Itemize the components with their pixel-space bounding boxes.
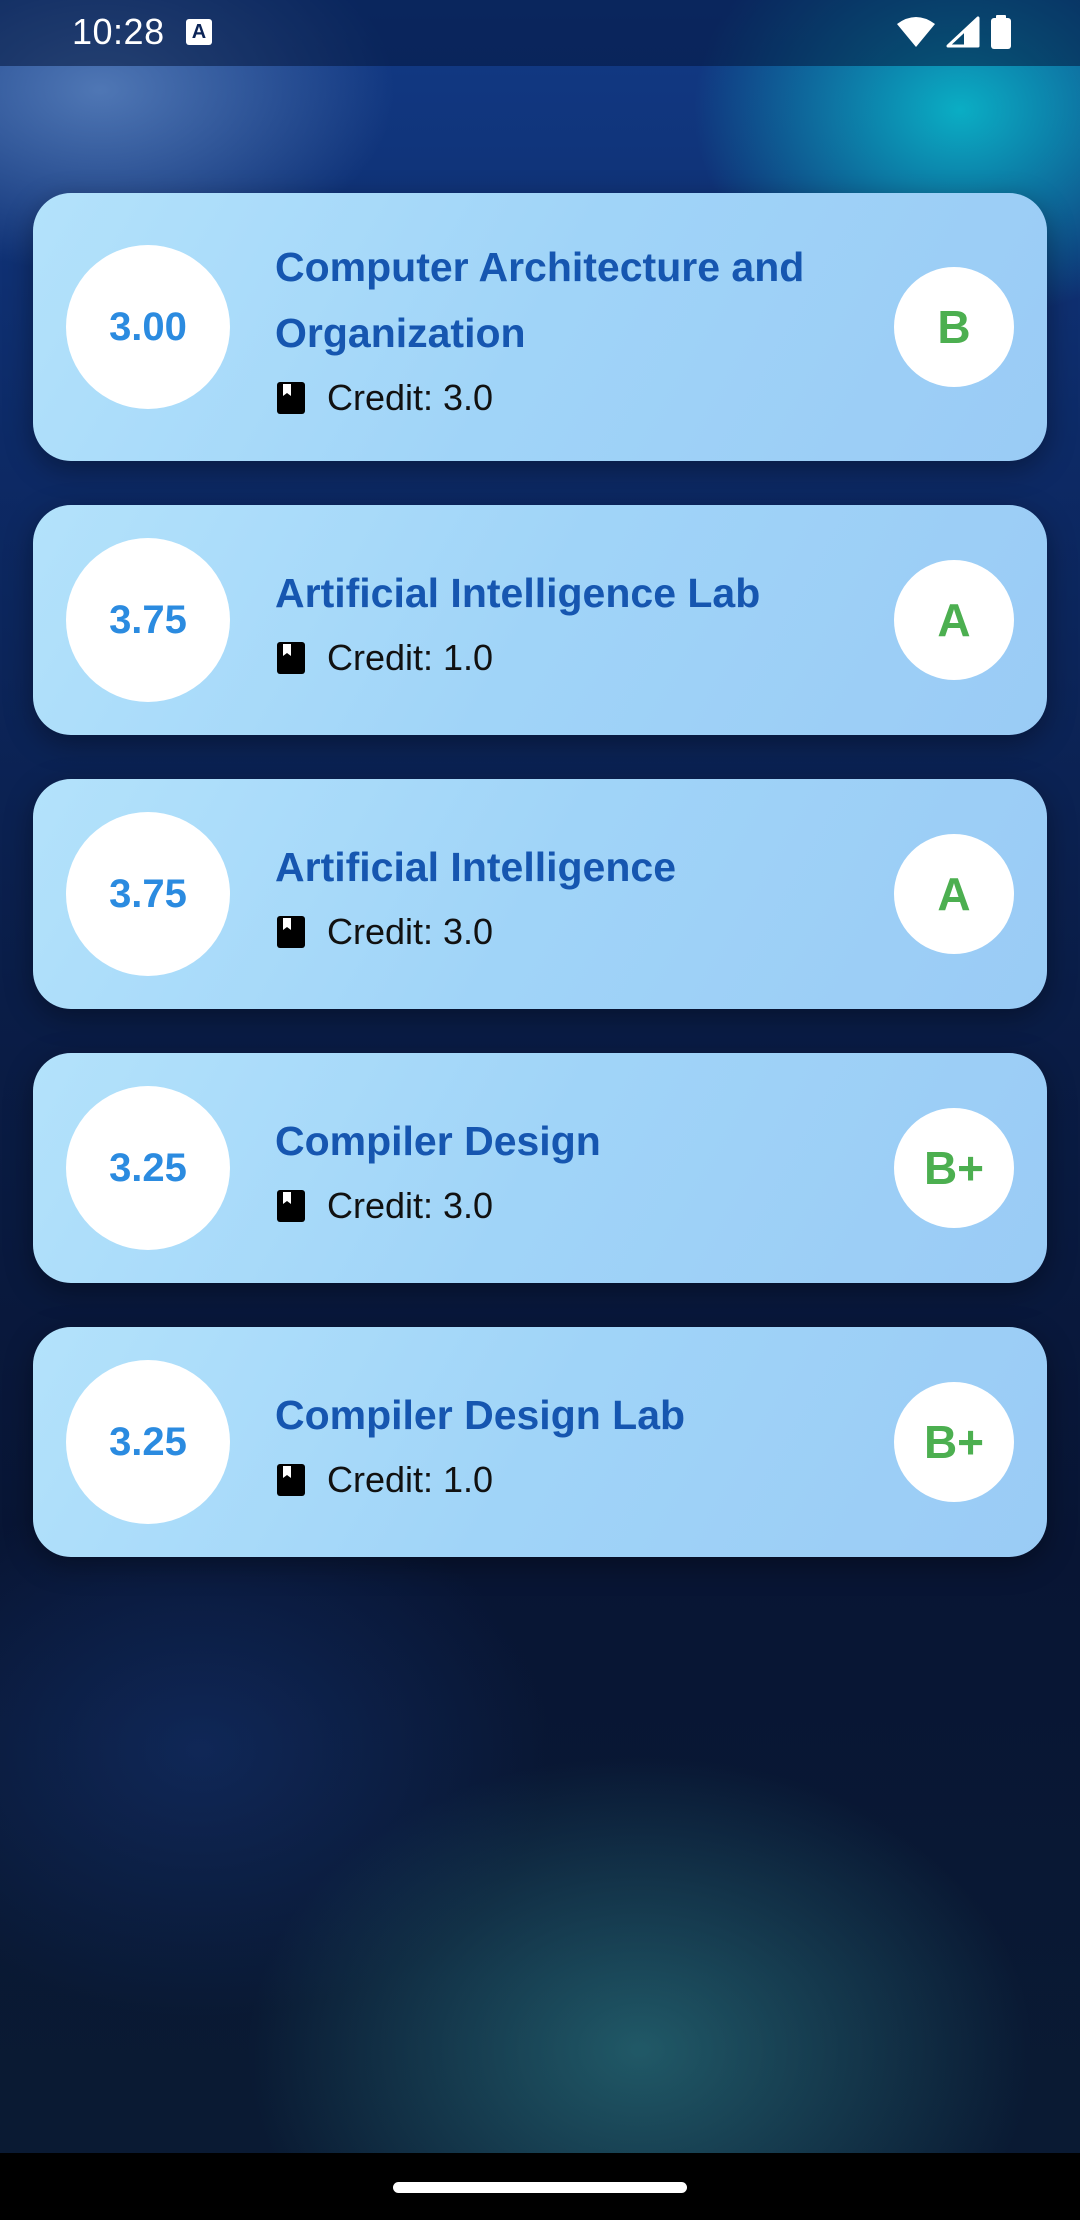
course-title: Computer Architecture and Organization — [275, 244, 805, 356]
course-card[interactable]: 3.75 Artificial Intelligence Credit: 3.0… — [33, 779, 1047, 1009]
grade-badge: A — [894, 560, 1014, 680]
status-bar: 10:28 A — [0, 0, 1080, 66]
credit-row: Credit: 3.0 — [275, 910, 877, 954]
book-icon — [277, 642, 305, 674]
gpa-badge: 3.25 — [66, 1086, 230, 1250]
course-info: Computer Architecture and Organization C… — [275, 193, 877, 461]
wifi-icon — [897, 17, 935, 47]
gpa-badge: 3.25 — [66, 1360, 230, 1524]
gpa-badge: 3.75 — [66, 812, 230, 976]
course-title: Artificial Intelligence Lab — [275, 570, 761, 616]
grade-badge: B — [894, 267, 1014, 387]
credit-row: Credit: 3.0 — [275, 376, 877, 420]
course-card[interactable]: 3.00 Computer Architecture and Organizat… — [33, 193, 1047, 461]
course-info: Compiler Design Credit: 3.0 — [275, 1053, 877, 1283]
book-icon — [277, 382, 305, 414]
grade-badge: B+ — [894, 1108, 1014, 1228]
credit-text: Credit: 3.0 — [327, 911, 494, 952]
course-title: Compiler Design Lab — [275, 1392, 686, 1438]
credit-text: Credit: 1.0 — [327, 1459, 494, 1500]
credit-row: Credit: 3.0 — [275, 1184, 877, 1228]
home-gesture-handle[interactable] — [393, 2182, 687, 2193]
gpa-badge: 3.00 — [66, 245, 230, 409]
course-card[interactable]: 3.25 Compiler Design Credit: 3.0 B+ — [33, 1053, 1047, 1283]
credit-text: Credit: 3.0 — [327, 1185, 494, 1226]
book-icon — [277, 1464, 305, 1496]
battery-icon — [991, 15, 1011, 49]
book-icon — [277, 1190, 305, 1222]
credit-row: Credit: 1.0 — [275, 1458, 877, 1502]
gpa-badge: 3.75 — [66, 538, 230, 702]
status-icons — [896, 14, 1012, 50]
grade-badge: B+ — [894, 1382, 1014, 1502]
a-notification-icon: A — [186, 19, 212, 45]
course-info: Artificial Intelligence Credit: 3.0 — [275, 779, 877, 1009]
book-icon — [277, 916, 305, 948]
course-list: 3.00 Computer Architecture and Organizat… — [33, 193, 1047, 1601]
status-time: 10:28 — [72, 11, 165, 52]
credit-row: Credit: 1.0 — [275, 636, 877, 680]
course-info: Compiler Design Lab Credit: 1.0 — [275, 1327, 877, 1557]
course-title: Compiler Design — [275, 1118, 601, 1164]
cellular-signal-icon — [946, 16, 980, 48]
grade-badge: A — [894, 834, 1014, 954]
course-card[interactable]: 3.25 Compiler Design Lab Credit: 1.0 B+ — [33, 1327, 1047, 1557]
course-title: Artificial Intelligence — [275, 844, 676, 890]
credit-text: Credit: 3.0 — [327, 377, 494, 418]
course-card[interactable]: 3.75 Artificial Intelligence Lab Credit:… — [33, 505, 1047, 735]
credit-text: Credit: 1.0 — [327, 637, 494, 678]
navigation-bar — [0, 2153, 1080, 2220]
course-info: Artificial Intelligence Lab Credit: 1.0 — [275, 505, 877, 735]
